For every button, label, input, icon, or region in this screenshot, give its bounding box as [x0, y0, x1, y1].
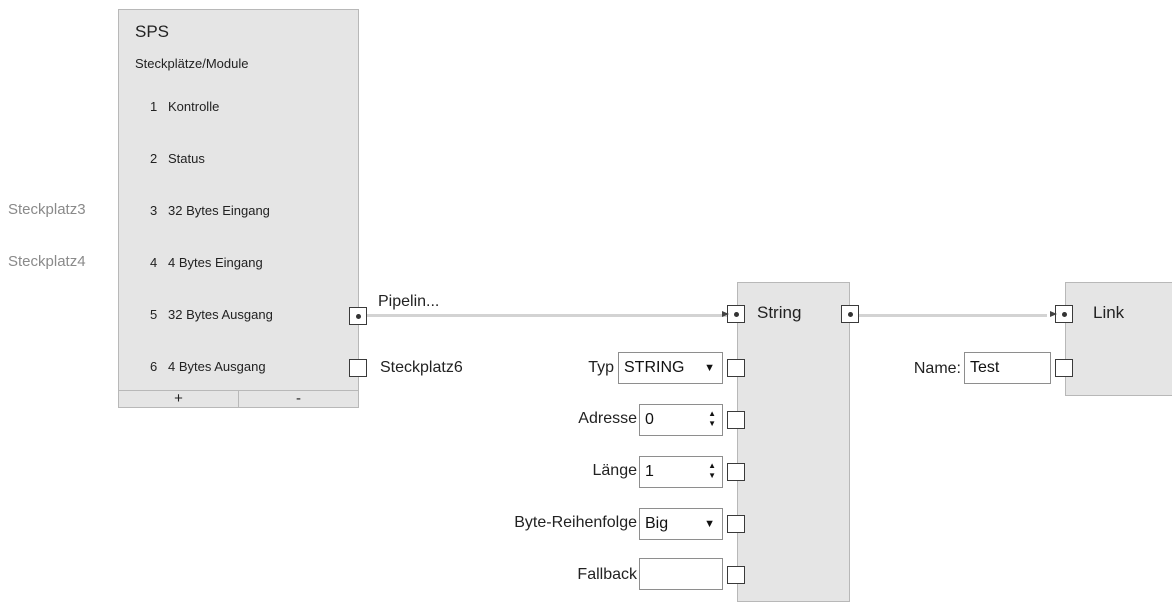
string-node[interactable]: String	[737, 282, 850, 602]
fallback-input[interactable]	[639, 558, 723, 590]
typ-select[interactable]: STRING	[618, 352, 723, 384]
string-output-port[interactable]	[841, 305, 859, 323]
slot-name: 32 Bytes Eingang	[168, 203, 270, 218]
slot-name: 4 Bytes Ausgang	[168, 359, 266, 374]
slot-row-3[interactable]: 3 32 Bytes Eingang	[119, 203, 349, 223]
slot-number: 3	[150, 203, 158, 218]
spinner-arrows-icon[interactable]: ▲ ▼	[708, 461, 716, 481]
byte-order-label: Byte-Reihenfolge	[514, 514, 637, 531]
link-node-title: Link	[1093, 303, 1125, 322]
slot-number: 5	[150, 307, 158, 322]
adresse-spinner[interactable]: 0 ▲ ▼	[639, 404, 723, 436]
link-name-label: Name:	[913, 360, 961, 377]
slot-row-4[interactable]: 4 4 Bytes Eingang	[119, 255, 349, 275]
laenge-value: 1	[645, 463, 654, 480]
adresse-port[interactable]	[727, 411, 745, 429]
link-name-port[interactable]	[1055, 359, 1073, 377]
slot-name: Status	[168, 151, 205, 166]
slot-add-remove-bar: + -	[118, 390, 359, 408]
slot-name: 4 Bytes Eingang	[168, 255, 263, 270]
slot-row-5[interactable]: 5 32 Bytes Ausgang	[119, 307, 349, 327]
slot6-output-port[interactable]	[349, 359, 367, 377]
string-input-port[interactable]	[722, 305, 745, 323]
slot-number: 6	[150, 359, 158, 374]
byte-order-select[interactable]: Big	[639, 508, 723, 540]
side-label-steckplatz3: Steckplatz3	[8, 201, 86, 218]
sps-node[interactable]: SPS Steckplätze/Module 1 Kontrolle 2 Sta…	[118, 9, 359, 391]
string-link-connection-wire[interactable]	[859, 314, 1047, 317]
byte-order-port[interactable]	[727, 515, 745, 533]
link-name-input[interactable]: Test	[964, 352, 1051, 384]
laenge-port[interactable]	[727, 463, 745, 481]
typ-select-value: STRING	[624, 359, 685, 376]
add-slot-button[interactable]: +	[119, 391, 238, 407]
slot-name: Kontrolle	[168, 99, 220, 114]
spinner-arrows-icon[interactable]: ▲ ▼	[708, 409, 716, 429]
laenge-spinner[interactable]: 1 ▲ ▼	[639, 456, 723, 488]
fallback-port[interactable]	[727, 566, 745, 584]
slot-number: 1	[150, 99, 158, 114]
side-label-steckplatz4: Steckplatz4	[8, 253, 86, 270]
sps-title: SPS	[135, 22, 170, 41]
adresse-value: 0	[645, 411, 654, 428]
string-node-title: String	[757, 303, 802, 322]
slot-number: 4	[150, 255, 158, 270]
slot-row-1[interactable]: 1 Kontrolle	[119, 99, 349, 119]
remove-slot-button[interactable]: -	[238, 391, 358, 407]
link-name-value: Test	[970, 359, 1000, 376]
sps-subtitle: Steckplätze/Module	[135, 56, 249, 71]
link-input-port[interactable]	[1050, 305, 1073, 323]
pipeline-label: Pipelin...	[378, 293, 440, 310]
adresse-label: Adresse	[578, 410, 637, 427]
typ-port[interactable]	[727, 359, 745, 377]
laenge-label: Länge	[592, 462, 638, 479]
link-node[interactable]: Link	[1065, 282, 1172, 396]
slot-row-2[interactable]: 2 Status	[119, 151, 349, 171]
slot5-output-port[interactable]	[349, 307, 367, 325]
slot-name: 32 Bytes Ausgang	[168, 307, 273, 322]
slot-number: 2	[150, 151, 158, 166]
steckplatz6-label: Steckplatz6	[380, 359, 463, 376]
typ-label: Typ	[588, 359, 614, 376]
byte-order-value: Big	[645, 515, 669, 532]
slot-row-6[interactable]: 6 4 Bytes Ausgang	[119, 359, 349, 379]
pipeline-connection-wire[interactable]	[367, 314, 731, 317]
fallback-label: Fallback	[577, 566, 637, 583]
